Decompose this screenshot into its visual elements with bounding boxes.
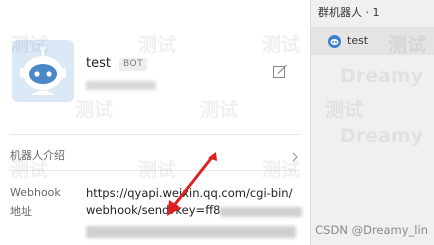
bot-badge: BOT [119,58,148,71]
watermark: Dreamy [340,65,424,87]
credit-text: CSDN @Dreamy_lin [315,223,428,237]
redacted-key [220,207,302,217]
webhook-label-address: 地址 [10,205,32,218]
edit-icon[interactable] [272,64,288,80]
bot-profile-card: test BOT 机器人介绍 Webhook 地址 https://qyapi.… [0,0,311,245]
chevron-right-icon[interactable] [291,147,299,162]
divider [10,170,300,171]
bot-name: test [86,56,111,71]
redacted-key-line [86,226,296,238]
webhook-label: Webhook [10,186,61,199]
robot-list-item-name: test [347,34,369,47]
watermark: Dreamy [340,125,424,147]
blurred-subtitle [86,81,156,90]
watermark: 测试 [325,99,364,121]
bot-chat-icon [327,34,342,49]
robot-list-item[interactable]: test [311,27,434,55]
group-robots-header: 群机器人 · 1 [318,6,380,19]
webhook-url-line-1: https://qyapi.weixin.qq.com/cgi-bin/ [86,186,293,200]
divider [10,134,300,135]
intro-label: 机器人介绍 [10,149,65,162]
robot-avatar-icon [12,40,74,102]
